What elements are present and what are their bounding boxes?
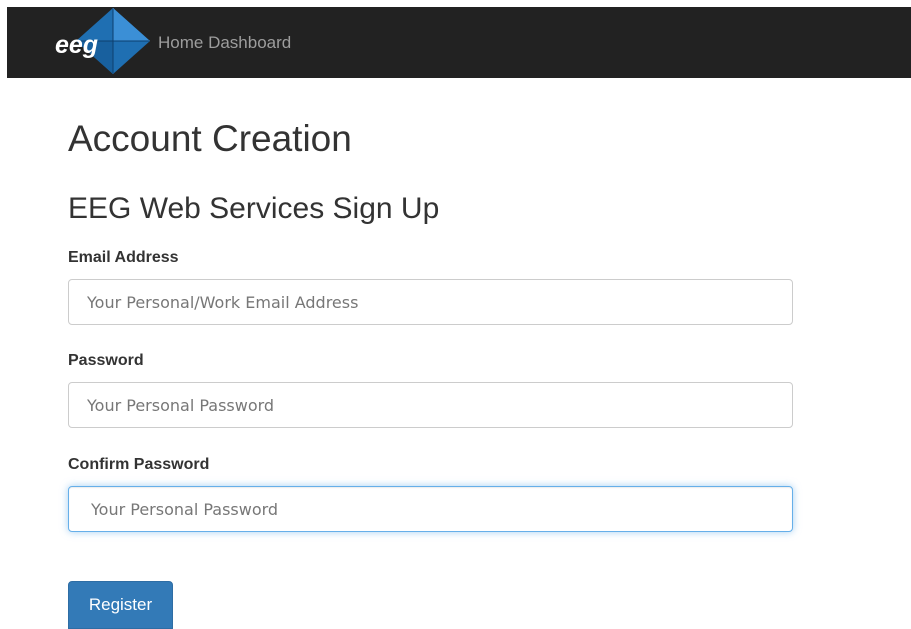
nav-home-dashboard[interactable]: Home Dashboard [158,33,291,53]
page-title: Account Creation [68,118,352,159]
confirm-password-label: Confirm Password [68,456,210,473]
password-label: Password [68,352,144,369]
email-field[interactable] [68,279,793,325]
top-navbar: eeg Home Dashboard [7,7,911,78]
email-label: Email Address [68,249,179,266]
eeg-logo-icon: eeg [55,8,150,74]
register-button[interactable]: Register [68,581,173,629]
confirm-password-field[interactable] [68,486,793,532]
page-subtitle: EEG Web Services Sign Up [68,192,440,225]
brand-logo[interactable]: eeg [53,7,151,74]
password-field[interactable] [68,382,793,428]
brand-text: eeg [55,31,98,59]
